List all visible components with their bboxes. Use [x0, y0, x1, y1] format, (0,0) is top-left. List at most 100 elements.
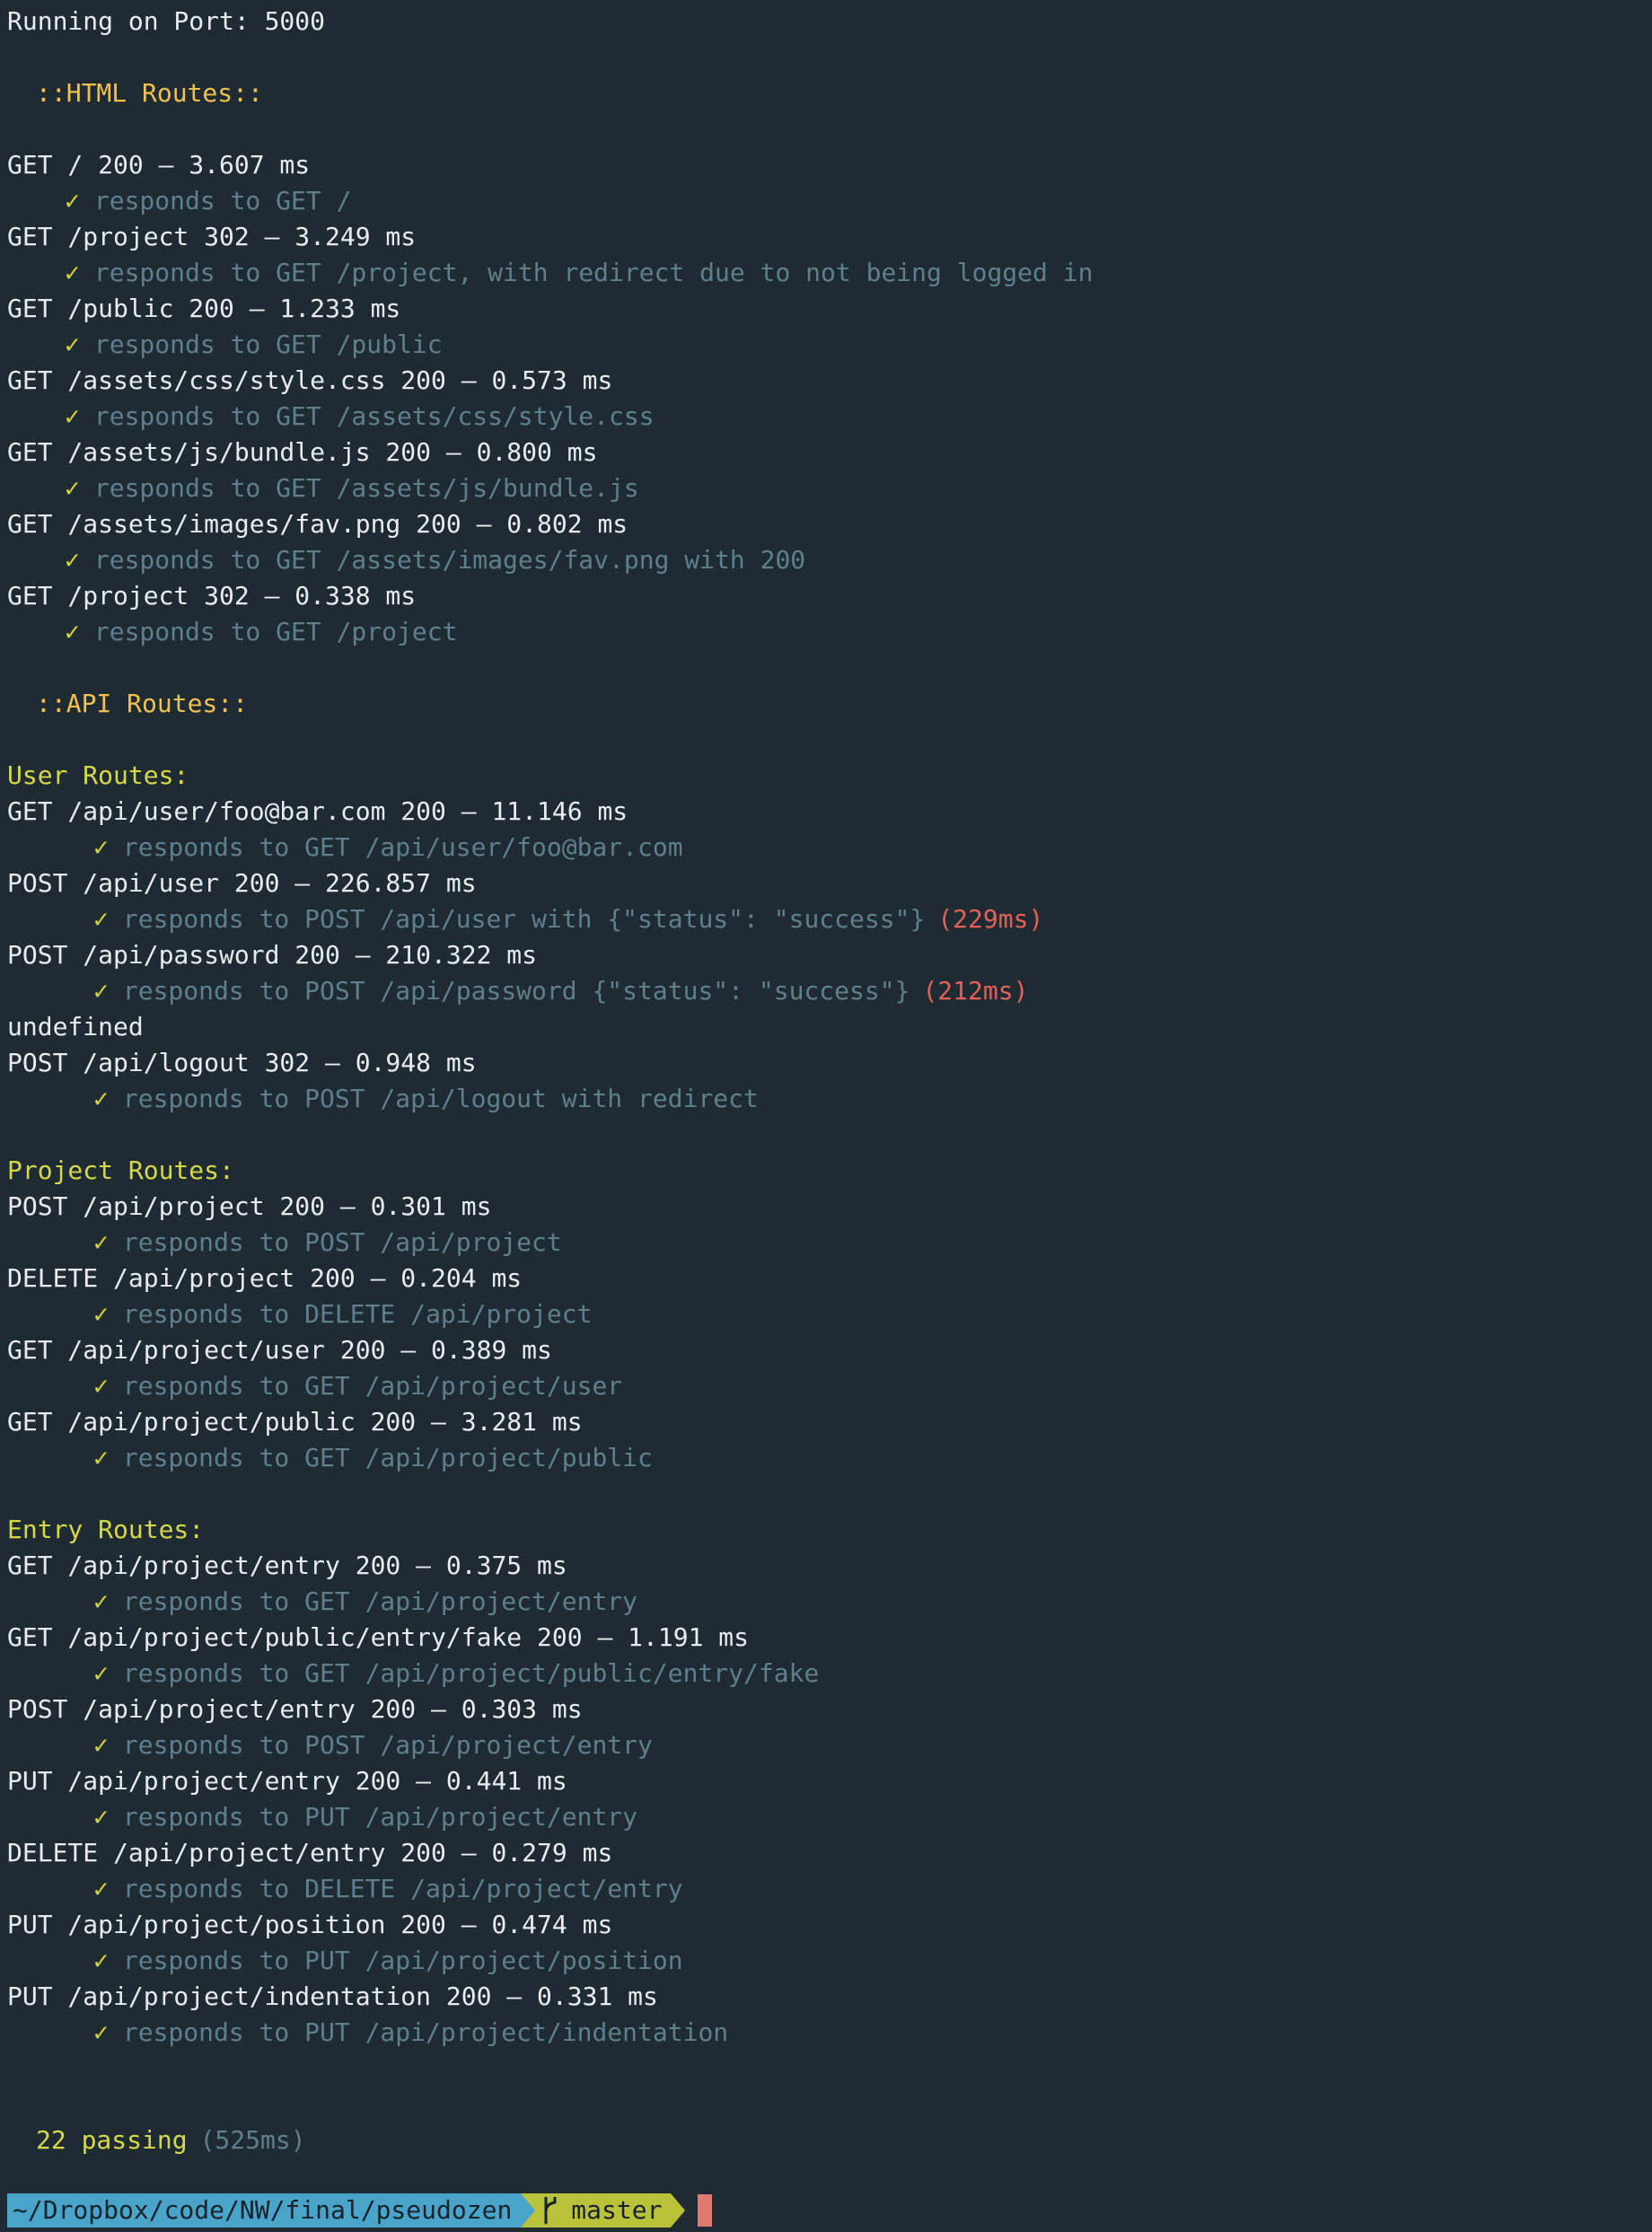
prompt-branch-name: master [571, 2195, 663, 2225]
check-icon: ✓ [65, 545, 80, 575]
terminal-window[interactable]: Running on Port: 5000::HTML Routes:: GET … [0, 0, 1652, 2232]
test-description: responds to POST /api/user with {"status… [122, 904, 926, 934]
test-result: ✓ responds to GET /project [0, 614, 1652, 650]
prompt-end-separator [671, 2193, 686, 2228]
test-description: responds to POST /api/project [122, 1227, 562, 1257]
request-log: GET /assets/images/fav.png 200 – 0.802 m… [7, 509, 628, 539]
test-result: ✓ responds to DELETE /api/project [0, 1296, 1652, 1332]
test-result: ✓ responds to GET /assets/images/fav.png … [0, 542, 1652, 578]
check-icon: ✓ [93, 832, 109, 862]
check-icon: ✓ [93, 1658, 109, 1688]
test-result: ✓ responds to GET /api/project/user [0, 1368, 1652, 1404]
test-result: ✓ responds to DELETE /api/project/entry [0, 1871, 1652, 1907]
section-api-routes: ::API Routes:: [36, 689, 249, 718]
test-description: responds to DELETE /api/project [122, 1299, 593, 1329]
request-log: GET /api/project/public 200 – 3.281 ms [7, 1407, 583, 1437]
check-icon: ✓ [93, 1084, 109, 1113]
request-log: PUT /api/project/indentation 200 – 0.331… [7, 1982, 658, 2011]
group-project-routes: Project Routes: [7, 1156, 234, 1185]
passing-count: 22 passing [36, 2125, 188, 2155]
check-icon: ✓ [93, 1443, 109, 1472]
test-result: ✓ responds to POST /api/project [0, 1225, 1652, 1261]
prompt-path: ~/Dropbox/code/NW/final/pseudozen [7, 2193, 522, 2228]
test-description: responds to POST /api/logout with redire… [122, 1084, 759, 1113]
request-log: GET /api/project/entry 200 – 0.375 ms [7, 1551, 567, 1580]
test-description: responds to PUT /api/project/entry [122, 1802, 638, 1832]
test-result: ✓ responds to GET /assets/js/bundle.js [0, 470, 1652, 506]
test-description: responds to POST /api/project/entry [122, 1730, 653, 1760]
test-description: responds to GET /project, with redirect … [93, 258, 1094, 287]
test-description: responds to GET /public [93, 330, 443, 359]
test-result: ✓ responds to GET /api/user/foo@bar.com [0, 830, 1652, 866]
request-log: GET /project 302 – 0.338 ms [7, 581, 417, 611]
passing-duration: (525ms) [199, 2125, 306, 2155]
test-description: responds to GET /api/project/user [122, 1371, 623, 1401]
port-line: Running on Port: 5000 [7, 6, 326, 36]
group-entry-routes: Entry Routes: [7, 1515, 205, 1544]
request-log: GET /public 200 – 1.233 ms [7, 294, 401, 323]
prompt-separator [521, 2193, 536, 2228]
check-icon: ✓ [93, 904, 109, 934]
request-log: GET /api/user/foo@bar.com 200 – 11.146 m… [7, 796, 628, 826]
request-log: DELETE /api/project/entry 200 – 0.279 ms [7, 1838, 613, 1867]
test-result: ✓ responds to POST /api/project/entry [0, 1727, 1652, 1763]
terminal-output: Running on Port: 5000::HTML Routes:: GET … [0, 4, 1652, 2158]
slow-duration: (229ms) [937, 904, 1044, 934]
check-icon: ✓ [93, 976, 109, 1006]
test-result: ✓ responds to GET /api/project/public [0, 1440, 1652, 1476]
git-branch-icon [544, 2197, 557, 2224]
passing-summary: 22 passing (525ms) [0, 2122, 1652, 2158]
check-icon: ✓ [93, 1874, 109, 1903]
request-log: GET /api/project/public/entry/fake 200 –… [7, 1622, 750, 1652]
check-icon: ✓ [65, 473, 80, 503]
section-html-routes: ::HTML Routes:: [36, 78, 263, 108]
request-log: GET /project 302 – 3.249 ms [7, 222, 417, 251]
test-description: responds to GET /api/project/public/entr… [122, 1658, 820, 1688]
request-log: GET /api/project/user 200 – 0.389 ms [7, 1335, 552, 1365]
check-icon: ✓ [93, 1802, 109, 1832]
check-icon: ✓ [65, 617, 80, 646]
test-result: ✓ responds to GET /public [0, 327, 1652, 363]
test-description: responds to POST /api/password {"status"… [122, 976, 910, 1006]
test-description: responds to GET / [93, 186, 352, 215]
check-icon: ✓ [93, 2017, 109, 2047]
test-description: responds to GET /project [93, 617, 458, 646]
request-log: POST /api/project/entry 200 – 0.303 ms [7, 1694, 583, 1724]
check-icon: ✓ [93, 1586, 109, 1616]
test-description: responds to PUT /api/project/position [122, 1946, 683, 1975]
test-description: responds to GET /assets/images/fav.png w… [93, 545, 806, 575]
request-log: PUT /api/project/position 200 – 0.474 ms [7, 1910, 613, 1939]
check-icon: ✓ [93, 1730, 109, 1760]
shell-prompt: ~/Dropbox/code/NW/final/pseudozen master [7, 2193, 713, 2228]
request-log: DELETE /api/project 200 – 0.204 ms [7, 1263, 523, 1293]
request-log: GET / 200 – 3.607 ms [7, 150, 311, 180]
test-result: ✓ responds to POST /api/user with {"statu… [0, 901, 1652, 937]
test-description: responds to GET /api/project/public [122, 1443, 653, 1472]
terminal-cursor [698, 2194, 713, 2227]
test-description: responds to DELETE /api/project/entry [122, 1874, 683, 1903]
test-result: ✓ responds to POST /api/password {"status… [0, 973, 1652, 1009]
test-result: ✓ responds to PUT /api/project/entry [0, 1799, 1652, 1835]
test-result: ✓ responds to GET /api/project/entry [0, 1584, 1652, 1620]
test-description: responds to GET /api/user/foo@bar.com [122, 832, 683, 862]
check-icon: ✓ [93, 1299, 109, 1329]
test-result: ✓ responds to GET / [0, 183, 1652, 219]
group-user-routes: User Routes: [7, 760, 189, 790]
request-log: GET /assets/css/style.css 200 – 0.573 ms [7, 365, 613, 395]
test-description: responds to GET /assets/css/style.css [93, 401, 655, 431]
test-result: ✓ responds to GET /assets/css/style.css [0, 399, 1652, 435]
check-icon: ✓ [93, 1227, 109, 1257]
check-icon: ✓ [65, 401, 80, 431]
check-icon: ✓ [93, 1946, 109, 1975]
check-icon: ✓ [65, 186, 80, 215]
request-log: POST /api/project 200 – 0.301 ms [7, 1191, 492, 1221]
test-result: ✓ responds to PUT /api/project/position [0, 1943, 1652, 1979]
